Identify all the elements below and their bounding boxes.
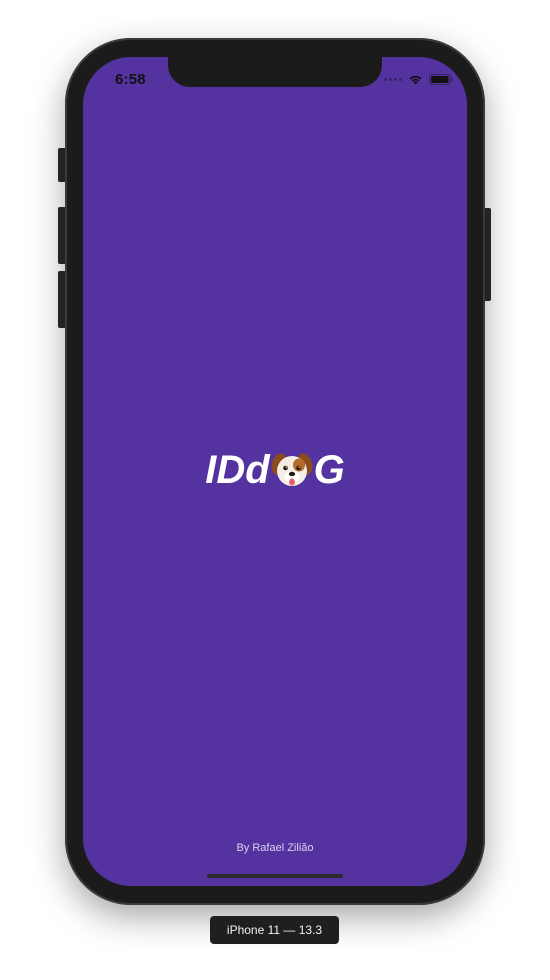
- device-frame: 6:58 IDd G By Rafael Zilião: [65, 38, 485, 905]
- logo-text-prefix: IDd: [205, 448, 270, 492]
- power-button: [484, 208, 491, 301]
- app-screen: 6:58 IDd G By Rafael Zilião: [83, 57, 467, 886]
- dog-face-icon: [271, 453, 313, 486]
- author-credit: By Rafael Zilião: [236, 842, 314, 854]
- simulator-window: 6:58 IDd G By Rafael Zilião iPhone 11 — …: [0, 0, 550, 980]
- status-icons: [384, 73, 453, 85]
- logo-text-suffix: G: [313, 448, 345, 492]
- notch: [168, 57, 382, 87]
- battery-icon: [429, 73, 453, 85]
- wifi-icon: [409, 75, 422, 84]
- app-logo: IDd G: [83, 449, 467, 491]
- home-indicator[interactable]: [207, 874, 343, 878]
- cellular-signal-icon: [384, 77, 402, 81]
- device-label: iPhone 11 — 13.3: [210, 916, 339, 944]
- status-time: 6:58: [115, 71, 146, 88]
